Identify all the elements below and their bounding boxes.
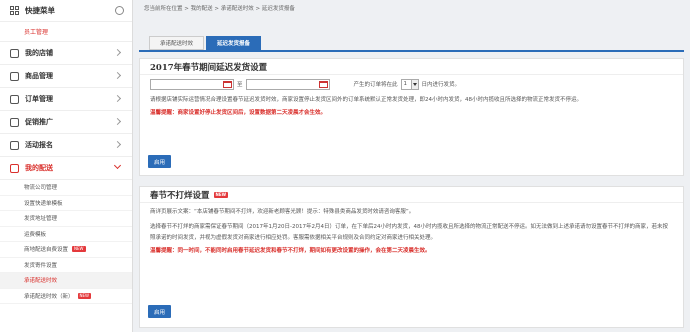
grid-icon <box>10 6 19 15</box>
date-separator: 至 <box>237 82 243 88</box>
no-close-title: 春节不打烊设置 NEW <box>140 187 683 203</box>
sidebar-item-local-delivery[interactable]: 商地配送自费设置 NEW <box>0 242 132 258</box>
sidebar-group-label: 活动报名 <box>25 141 53 149</box>
no-close-note: 选择春节不打烊的商家需保证春节期间（2017年1月20日-2017年2月4日）订… <box>150 224 668 241</box>
sidebar-group-label: 我的店铺 <box>25 49 53 57</box>
sidebar-item-shipping-settings[interactable]: 发货寄件设置 <box>0 258 132 273</box>
no-close-title-text: 春节不打烊设置 <box>150 190 210 201</box>
delay-shipping-title: 2017年春节期间延迟发货设置 <box>140 59 683 75</box>
calendar-icon[interactable] <box>318 80 328 88</box>
no-close-display-text: 商详页展示文案：“本店铺春节期间不打烊，欢迎新老顾客光顾！提示：特殊县类商品发货… <box>150 209 415 215</box>
tab-delivery-promise[interactable]: 承诺配送时效 <box>149 36 205 50</box>
sidebar-group-my-store[interactable]: 我的店铺 <box>0 42 132 65</box>
delay-shipping-note: 请根据店铺实际运营情况合理设置春节延迟发货时效，商家设置停止发货区间外的订单系统… <box>150 97 583 103</box>
days-select[interactable]: 1 <box>400 78 419 90</box>
tab-underline <box>139 50 684 52</box>
order-label: 产生的订单将在此 <box>353 82 398 88</box>
product-icon <box>10 71 19 81</box>
sidebar-group-events[interactable]: 活动报名 <box>0 134 132 157</box>
event-icon <box>10 140 19 150</box>
sidebar-group-label: 促销推广 <box>25 118 53 126</box>
order-icon <box>10 94 19 104</box>
enable-no-close-button[interactable]: 启用 <box>148 305 172 318</box>
new-badge: NEW <box>77 292 91 299</box>
sidebar-item-freight-template[interactable]: 运费模板 <box>0 227 132 242</box>
sidebar: 快捷菜单 员工管理 我的店铺 商品管理 订单管理 促销推广 活动报名 我的配送 … <box>0 0 133 332</box>
new-badge: NEW <box>72 246 86 253</box>
sidebar-item-label: 承诺配送时效（新） <box>24 293 74 300</box>
sidebar-group-delivery[interactable]: 我的配送 <box>0 157 132 180</box>
no-close-warning: 温馨提醒：同一时间，不能同时启用春节延迟发货和春节不打烊，期间如有更改设置的操作… <box>150 248 431 254</box>
sidebar-item-staff[interactable]: 员工管理 <box>0 22 132 42</box>
promotion-icon <box>10 117 19 127</box>
calendar-icon[interactable] <box>223 80 232 88</box>
after-label: 日内进行发货。 <box>421 82 461 88</box>
sidebar-group-products[interactable]: 商品管理 <box>0 65 132 88</box>
chevron-right-icon <box>113 48 122 57</box>
new-badge: NEW <box>213 191 229 198</box>
sidebar-item-logistics-company[interactable]: 物流公司管理 <box>0 180 132 196</box>
main-content: 您当前所在位置 > 我的配送 > 承诺配送时效 > 延迟发货报备 承诺配送时效 … <box>139 0 684 332</box>
sidebar-item-label: 商地配送自费设置 <box>24 247 69 254</box>
sidebar-group-label: 我的配送 <box>25 164 53 172</box>
sidebar-item-shipping-address[interactable]: 发货地址管理 <box>0 211 132 227</box>
chevron-right-icon <box>113 140 122 149</box>
delivery-icon <box>10 163 19 173</box>
enable-delay-button[interactable]: 启用 <box>148 155 172 168</box>
tab-bar: 承诺配送时效 延迟发货报备 <box>149 36 263 50</box>
end-date-input[interactable] <box>245 78 330 90</box>
sidebar-group-label: 商品管理 <box>25 72 53 80</box>
sidebar-group-orders[interactable]: 订单管理 <box>0 88 132 111</box>
store-icon <box>10 48 19 58</box>
start-date-input[interactable] <box>150 78 234 90</box>
breadcrumb: 您当前所在位置 > 我的配送 > 承诺配送时效 > 延迟发货报备 <box>144 6 295 12</box>
sidebar-item-delivery-promise[interactable]: 承诺配送时效 <box>0 273 132 289</box>
tab-delay-report[interactable]: 延迟发货报备 <box>206 36 262 50</box>
no-close-panel: 春节不打烊设置 NEW 商详页展示文案：“本店铺春节期间不打烊，欢迎新老顾客光顾… <box>139 186 684 328</box>
chevron-down-icon <box>410 79 418 89</box>
delay-date-row: 至 产生的订单将在此 1 日内进行发货。 <box>140 75 683 93</box>
days-select-value: 1 <box>403 81 408 87</box>
delay-shipping-panel: 2017年春节期间延迟发货设置 至 产生的订单将在此 1 日内进行发货。 请根据… <box>139 58 684 176</box>
chevron-down-icon <box>113 161 122 170</box>
sidebar-group-promotion[interactable]: 促销推广 <box>0 111 132 134</box>
sidebar-group-label: 订单管理 <box>25 95 53 103</box>
quick-menu-header[interactable]: 快捷菜单 <box>0 0 132 22</box>
quick-menu-label: 快捷菜单 <box>25 6 55 15</box>
sidebar-item-delivery-promise-new[interactable]: 承诺配送时效（新） NEW <box>0 289 132 304</box>
sidebar-item-waybill-template[interactable]: 设置快递单模板 <box>0 196 132 211</box>
chevron-right-icon <box>113 71 122 80</box>
delay-shipping-warning: 温馨提醒：商家设置好停止发货区间后，设置数据第二天凌晨才会生效。 <box>150 110 327 116</box>
gear-icon[interactable] <box>115 6 124 15</box>
chevron-right-icon <box>113 94 122 103</box>
chevron-right-icon <box>113 117 122 126</box>
